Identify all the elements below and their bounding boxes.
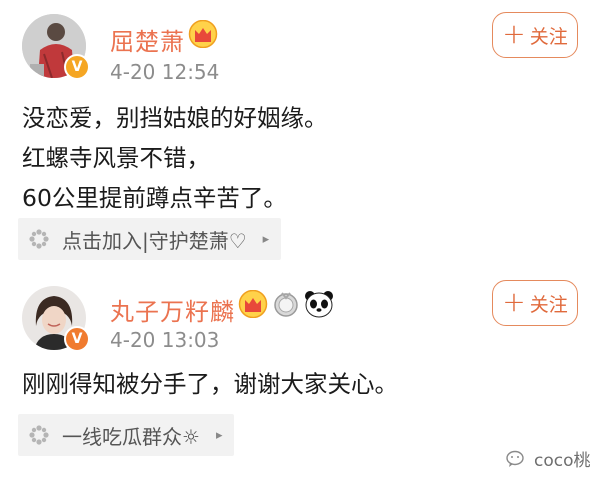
watermark-text: coco桃 [534, 451, 591, 471]
plus-icon: + [502, 284, 526, 318]
content-line: 没恋爱，别挡姑娘的好姻缘。 [22, 104, 328, 132]
username[interactable]: 屈楚萧 [110, 22, 185, 57]
follow-button[interactable]: + 关注 [492, 280, 578, 326]
medal-icon [274, 292, 298, 317]
follow-label: 关注 [529, 293, 568, 316]
crown-icon [188, 20, 218, 48]
crown-icon [238, 290, 268, 318]
source-bar[interactable]: 一线吃瓜群众☼ ▸ [18, 414, 235, 456]
content-line: 60公里提前蹲点辛苦了。 [22, 184, 287, 212]
source-label: 一线吃瓜群众☼ [62, 424, 200, 449]
post-content: 没恋爱，别挡姑娘的好姻缘。 红螺寺风景不错， 60公里提前蹲点辛苦了。 [22, 98, 328, 218]
post-timestamp: 4-20 13:03 [110, 328, 220, 352]
post-content: 刚刚得知被分手了，谢谢大家关心。 [22, 364, 398, 404]
verified-badge-icon: V [64, 54, 90, 80]
chevron-right-icon: ▸ [215, 427, 223, 443]
watermark: coco桃 [506, 446, 591, 471]
chevron-right-icon: ▸ [262, 231, 270, 247]
avatar[interactable]: V [22, 286, 90, 352]
content-line: 刚刚得知被分手了，谢谢大家关心。 [22, 370, 398, 398]
plus-icon: + [502, 16, 526, 50]
avatar[interactable]: V [22, 14, 90, 80]
badge-group [238, 290, 334, 318]
follow-button[interactable]: + 关注 [492, 12, 578, 58]
follow-label: 关注 [529, 25, 568, 48]
verified-badge-icon: V [64, 326, 90, 352]
source-bar[interactable]: 点击加入|守护楚萧♡ ▸ [18, 218, 282, 260]
source-label: 点击加入|守护楚萧♡ [62, 228, 247, 253]
post-timestamp: 4-20 12:54 [110, 60, 220, 84]
content-line: 红螺寺风景不错， [22, 144, 210, 172]
pinwheel-icon [29, 229, 49, 249]
panda-icon [305, 291, 333, 318]
badge-group [188, 20, 218, 48]
username[interactable]: 丸子万籽麟 [110, 292, 235, 327]
pinwheel-icon [29, 425, 49, 445]
wechat-icon [506, 450, 524, 467]
